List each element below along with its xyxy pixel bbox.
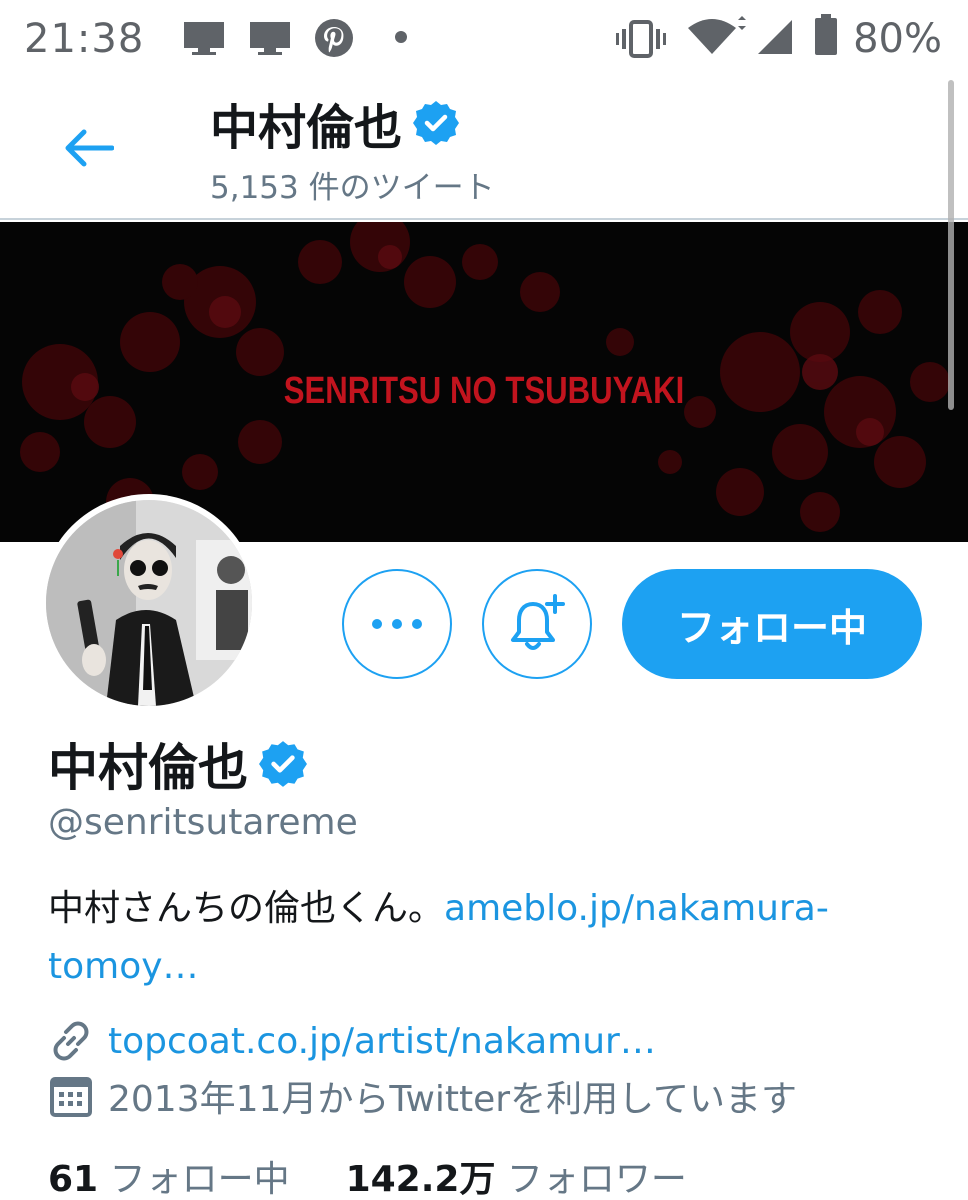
tweet-count: 5,153 件のツイート bbox=[210, 170, 495, 206]
avatar-photo bbox=[46, 500, 252, 706]
follow-counts: 61 フォロー中 142.2万 フォロワー bbox=[48, 1150, 687, 1200]
bell-plus-icon bbox=[511, 594, 565, 650]
more-options-button[interactable] bbox=[342, 569, 452, 679]
calendar-icon bbox=[50, 1077, 92, 1117]
scrollbar[interactable] bbox=[948, 80, 954, 410]
followers-label: フォロワー bbox=[506, 1159, 687, 1200]
following-stat[interactable]: 61 フォロー中 bbox=[48, 1150, 290, 1200]
followers-count: 142.2万 bbox=[345, 1159, 496, 1200]
profile-joined-row: 2013年11月からTwitterを利用しています bbox=[48, 1070, 797, 1122]
dot-icon bbox=[395, 31, 407, 43]
link-icon bbox=[53, 1021, 89, 1061]
header-name-text: 中村倫也 bbox=[210, 100, 403, 156]
more-icon bbox=[372, 619, 422, 629]
monitor-icon bbox=[250, 22, 290, 55]
followers-stat[interactable]: 142.2万 フォロワー bbox=[346, 1150, 687, 1200]
profile-handle: @senritsutareme bbox=[48, 802, 358, 843]
pinterest-icon bbox=[315, 19, 353, 57]
website-link[interactable]: topcoat.co.jp/artist/nakamur… bbox=[108, 1021, 656, 1062]
status-time: 21:38 bbox=[24, 16, 145, 62]
status-bar: 21:38 80% bbox=[0, 0, 968, 78]
monitor-icon bbox=[184, 22, 224, 55]
following-button[interactable]: フォロー中 bbox=[622, 569, 922, 679]
avatar[interactable] bbox=[40, 494, 258, 712]
verified-badge-icon bbox=[259, 741, 307, 787]
bio-text: 中村さんちの倫也くん。 bbox=[48, 888, 445, 929]
battery-icon bbox=[815, 14, 837, 55]
bio-link-part1: ameblo.jp/nakamura- bbox=[444, 888, 829, 929]
following-label: フォロー中 bbox=[109, 1159, 290, 1200]
verified-badge-icon bbox=[413, 101, 460, 145]
signal-icon bbox=[758, 20, 792, 54]
profile-name-text: 中村倫也 bbox=[48, 739, 248, 797]
battery-percent: 80% bbox=[853, 16, 942, 62]
bio-link-part2: tomoy… bbox=[48, 946, 199, 987]
joined-date: 2013年11月からTwitterを利用しています bbox=[108, 1079, 798, 1120]
avatar-image bbox=[46, 500, 252, 706]
profile-name: 中村倫也 bbox=[48, 728, 308, 800]
following-count: 61 bbox=[48, 1159, 99, 1200]
back-arrow-icon bbox=[65, 129, 114, 167]
header-title: 中村倫也 bbox=[210, 88, 460, 158]
vibrate-icon bbox=[616, 20, 666, 58]
profile-bio: 中村さんちの倫也くん。ameblo.jp/nakamura-tomoy… bbox=[48, 880, 928, 996]
profile-header: 中村倫也 5,153 件のツイート bbox=[0, 78, 968, 220]
wifi-icon bbox=[688, 16, 746, 54]
profile-website-row: topcoat.co.jp/artist/nakamur… bbox=[48, 1018, 656, 1064]
back-button[interactable] bbox=[56, 118, 120, 178]
banner-title: SENRITSU NO TSUBUYAKI bbox=[283, 370, 685, 412]
notifications-button[interactable] bbox=[482, 569, 592, 679]
